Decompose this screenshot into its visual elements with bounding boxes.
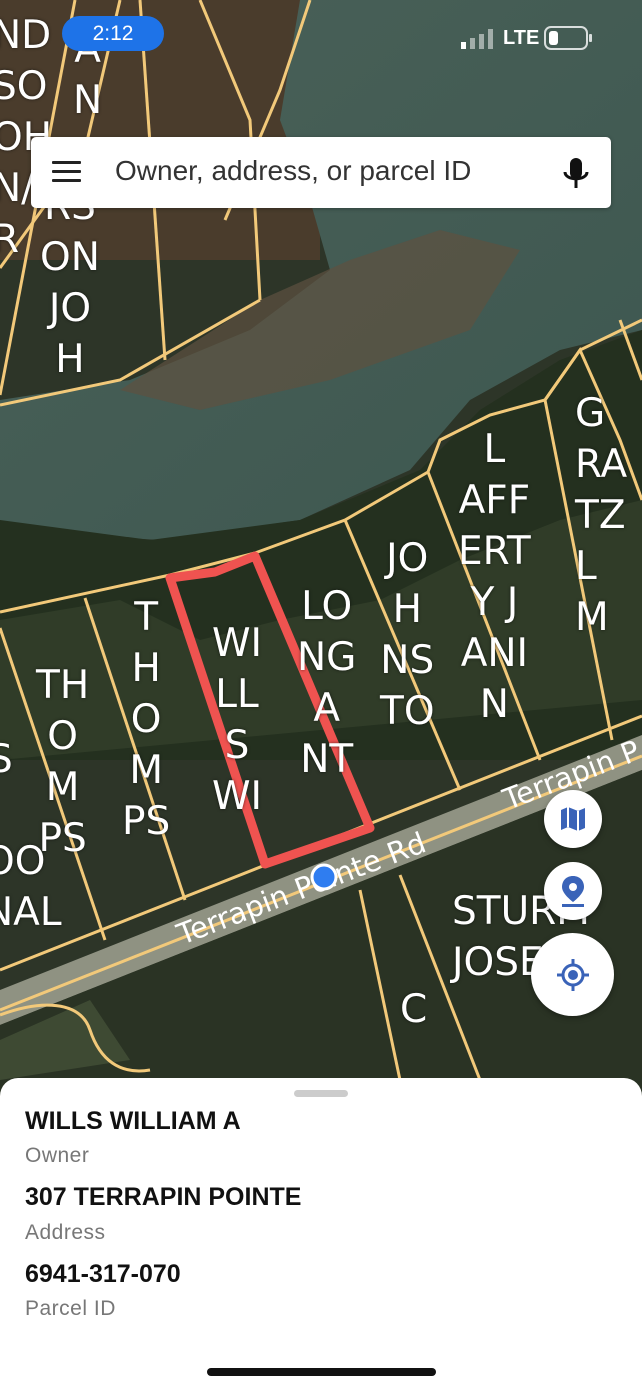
- parcel-label: RS ON JO H: [40, 184, 100, 382]
- parcel-label: JO H NS TO: [380, 536, 435, 734]
- owner-value: WILLS WILLIAM A: [25, 1107, 241, 1135]
- parcel-label: T H O M PS: [122, 595, 171, 844]
- menu-icon[interactable]: [52, 161, 81, 183]
- address-label: Address: [25, 1221, 106, 1244]
- search-bar[interactable]: Owner, address, or parcel ID: [31, 137, 611, 208]
- microphone-icon[interactable]: [561, 157, 591, 191]
- sheet-drag-handle[interactable]: [294, 1090, 348, 1097]
- parcel-label: OO NAL: [0, 839, 62, 935]
- owner-label: Owner: [25, 1144, 90, 1167]
- map-layers-icon: [561, 807, 585, 831]
- map-layers-button[interactable]: [544, 790, 602, 848]
- my-location-button[interactable]: [531, 933, 614, 1016]
- cellular-signal-icon: [461, 29, 493, 49]
- address-value: 307 TERRAPIN POINTE: [25, 1183, 302, 1211]
- parcel-label: C: [400, 987, 428, 1032]
- search-input[interactable]: Owner, address, or parcel ID: [115, 155, 471, 187]
- parcel-details-sheet[interactable]: WILLS WILLIAM A Owner 307 TERRAPIN POINT…: [0, 1078, 642, 1389]
- parcel-label: I S: [0, 737, 13, 782]
- parcel-id-label: Parcel ID: [25, 1297, 116, 1320]
- home-indicator[interactable]: [207, 1368, 436, 1376]
- pin-icon: [562, 876, 584, 907]
- parcel-id-value: 6941-317-070: [25, 1260, 181, 1288]
- parcel-label-selected: WI LL S WI: [212, 621, 263, 819]
- current-location-dot: [310, 863, 338, 891]
- network-type: LTE: [503, 27, 540, 49]
- status-time[interactable]: 2:12: [62, 16, 164, 51]
- battery-icon: [544, 26, 592, 50]
- locate-icon: [556, 958, 589, 991]
- parcel-label: TH O M PS: [36, 663, 90, 861]
- parcel-label: LO NG A NT: [297, 584, 357, 782]
- parcel-label: G RA TZ L M: [575, 391, 628, 640]
- drop-pin-button[interactable]: [544, 862, 602, 920]
- parcel-label: L AFF ERT Y J ANI N: [458, 427, 531, 727]
